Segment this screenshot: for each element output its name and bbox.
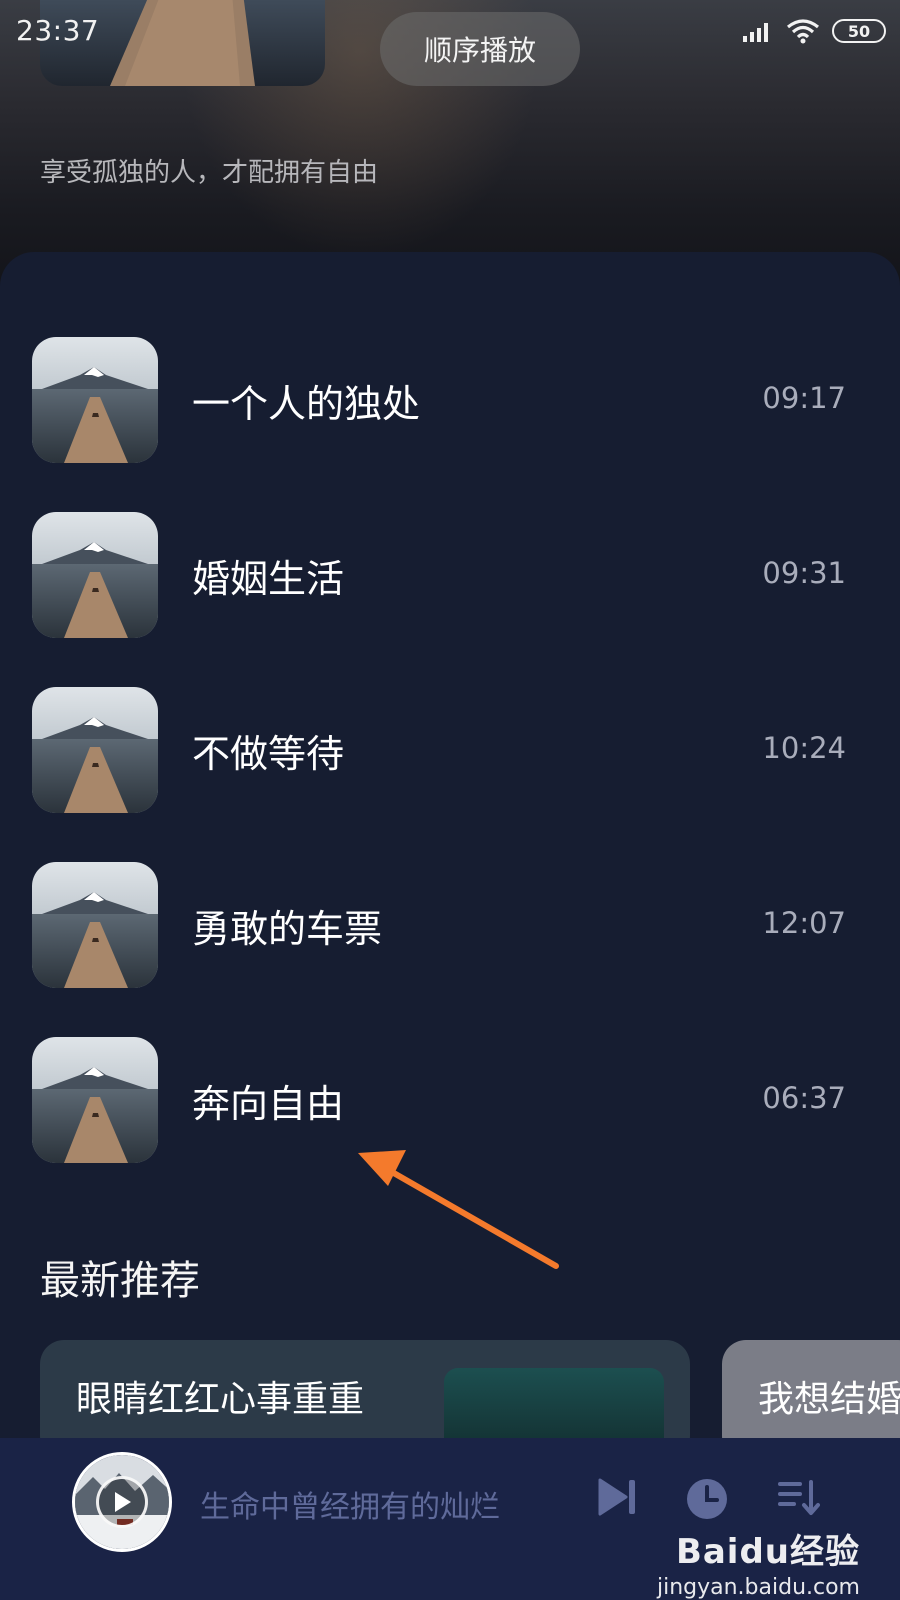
- timer-button[interactable]: [686, 1478, 728, 1524]
- section-title-recommend: 最新推荐: [40, 1258, 200, 1304]
- skip-next-button[interactable]: [598, 1478, 638, 1520]
- track-duration: 12:07: [762, 906, 846, 940]
- track-row[interactable]: 奔向自由 06:37: [0, 1037, 900, 1165]
- skip-next-icon: [598, 1478, 635, 1516]
- track-title: 婚姻生活: [192, 557, 345, 601]
- battery-indicator: 50: [832, 19, 886, 43]
- track-row[interactable]: 一个人的独处 09:17: [0, 337, 900, 465]
- track-duration: 09:17: [762, 381, 846, 415]
- recommend-card-title: 眼睛红红心事重重: [76, 1379, 365, 1420]
- album-description: 享受孤独的人，才配拥有自由: [40, 158, 379, 188]
- signal-icon: [743, 23, 768, 42]
- wifi-icon: [787, 19, 819, 44]
- watermark-url: jingyan.baidu.com: [656, 1575, 860, 1600]
- play-button[interactable]: [96, 1476, 148, 1528]
- track-cover-image: [32, 862, 158, 988]
- now-playing-title: 生命中曾经拥有的灿烂: [200, 1490, 500, 1525]
- play-icon: [115, 1492, 131, 1512]
- timer-icon: [687, 1479, 727, 1519]
- playlist-button[interactable]: [776, 1478, 820, 1522]
- track-duration: 06:37: [762, 1081, 846, 1115]
- track-cover-image: [32, 687, 158, 813]
- play-order-button[interactable]: 顺序播放: [380, 12, 580, 86]
- track-duration: 10:24: [762, 731, 846, 765]
- track-cover-image: [32, 1037, 158, 1163]
- watermark-logo: Baidu经验: [675, 1532, 860, 1572]
- track-row[interactable]: 不做等待 10:24: [0, 687, 900, 815]
- status-time: 23:37: [16, 14, 100, 47]
- track-title: 奔向自由: [192, 1082, 345, 1126]
- track-row[interactable]: 勇敢的车票 12:07: [0, 862, 900, 990]
- recommend-card-title: 我想结婚: [758, 1379, 900, 1420]
- track-title: 一个人的独处: [192, 382, 421, 426]
- track-cover-image: [32, 512, 158, 638]
- track-duration: 09:31: [762, 556, 846, 590]
- playlist-icon: [778, 1480, 820, 1515]
- track-title: 勇敢的车票: [192, 907, 383, 951]
- track-cover-image: [32, 337, 158, 463]
- baidu-jingyan-watermark: Baidu经验 jingyan.baidu.com: [657, 1524, 860, 1600]
- track-row[interactable]: 婚姻生活 09:31: [0, 512, 900, 640]
- track-title: 不做等待: [192, 732, 345, 776]
